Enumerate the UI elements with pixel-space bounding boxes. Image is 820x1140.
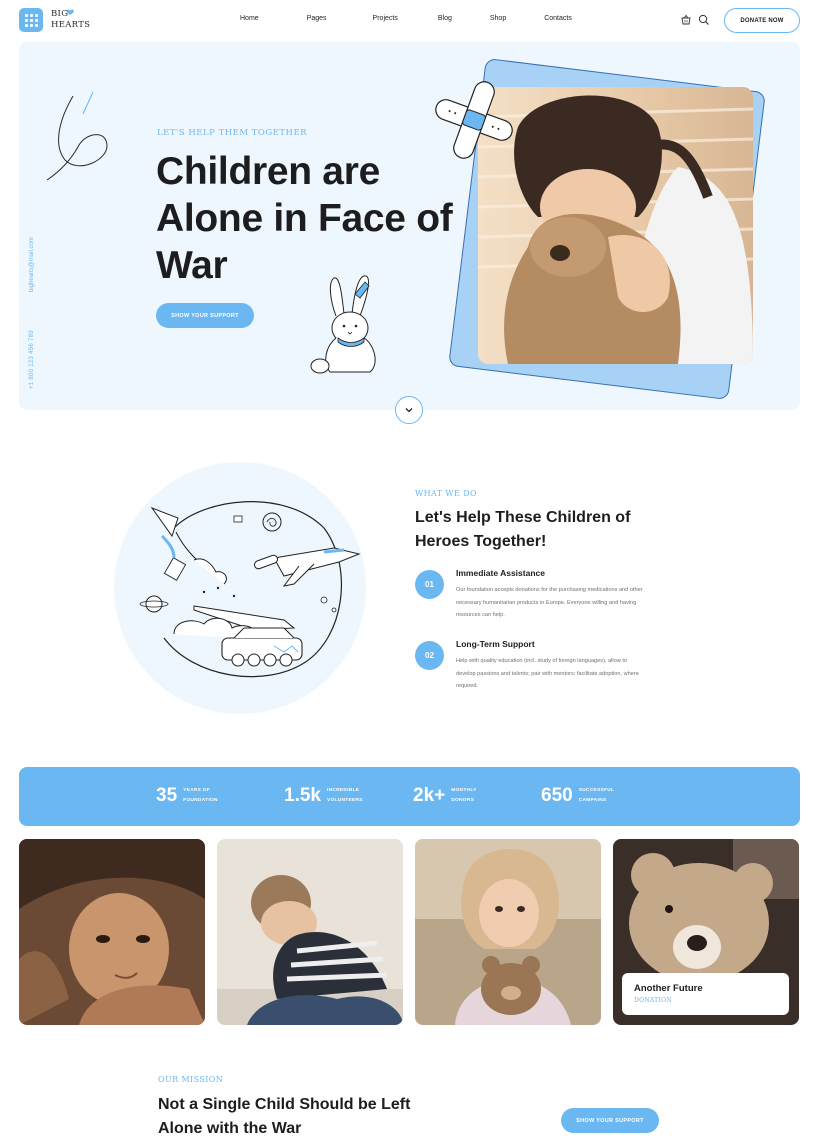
what-we-do-kicker: WHAT WE DO bbox=[415, 489, 477, 498]
main-nav: Home Pages Projects Blog Shop Contacts bbox=[240, 15, 616, 22]
chevron-down-icon bbox=[405, 408, 413, 413]
nav-projects[interactable]: Projects bbox=[373, 15, 398, 22]
gallery-photo-girl-headscarf[interactable] bbox=[19, 839, 205, 1025]
what-we-do-title: Let's Help These Children of Heroes Toge… bbox=[415, 509, 631, 550]
stats-bar: 35 YEARS OF FOUNDATION 1.5k INCREDIBLE VOL… bbox=[19, 767, 800, 826]
stat-value: 2k+ bbox=[413, 785, 446, 806]
feature-number-badge: 02 bbox=[415, 641, 444, 670]
stat-campains: 650 SUCCESSFUL CAMPAINS bbox=[541, 785, 624, 807]
basket-icon[interactable] bbox=[680, 14, 692, 26]
feature-number-badge: 01 bbox=[415, 570, 444, 599]
feature-description: Help with quality education (incl. study… bbox=[456, 658, 639, 689]
war-illustration bbox=[139, 501, 361, 678]
stat-label: MONTHLY DONORS bbox=[451, 788, 477, 803]
stat-volunteers: 1.5k INCREDIBLE VOLUNTEERS bbox=[284, 785, 372, 807]
hero-title: Children are Alone in Face of War bbox=[156, 150, 453, 287]
nav-home[interactable]: Home bbox=[240, 15, 259, 22]
feature-title: Long-Term Support bbox=[456, 639, 535, 649]
site-header: BIG HEARTS ❤ Home Pages Projects Blog Sh… bbox=[0, 0, 820, 42]
donation-card-title: Another Future bbox=[634, 983, 703, 994]
squiggle-decoration bbox=[46, 91, 108, 181]
mission-title: Not a Single Child Should be Left Alone … bbox=[158, 1096, 411, 1137]
side-phone[interactable]: +1 800 123 456 789 bbox=[29, 330, 35, 389]
nav-shop[interactable]: Shop bbox=[490, 15, 506, 22]
nav-contacts[interactable]: Contacts bbox=[544, 15, 572, 22]
nav-pages[interactable]: Pages bbox=[307, 15, 327, 22]
donation-card[interactable]: Another Future DONATION bbox=[622, 973, 789, 1015]
nav-blog[interactable]: Blog bbox=[438, 15, 452, 22]
feature-title: Immediate Assistance bbox=[456, 568, 545, 578]
search-icon[interactable] bbox=[698, 14, 710, 26]
hero-photo-girl-with-teddy bbox=[478, 87, 753, 364]
mission-kicker: OUR MISSION bbox=[158, 1075, 224, 1084]
stat-years: 35 YEARS OF FOUNDATION bbox=[156, 785, 228, 807]
menu-grid-button[interactable] bbox=[19, 8, 43, 32]
mission-support-button[interactable]: SHOW YOUR SUPPORT bbox=[561, 1108, 659, 1133]
donation-card-subtitle: DONATION bbox=[634, 997, 672, 1004]
stat-value: 35 bbox=[156, 785, 178, 806]
heart-icon: ❤ bbox=[66, 8, 75, 19]
stat-label: SUCCESSFUL CAMPAINS bbox=[578, 788, 615, 803]
logo-text-line2: HEARTS bbox=[51, 20, 91, 30]
stat-label: INCREDIBLE VOLUNTEERS bbox=[326, 788, 363, 803]
stat-value: 1.5k bbox=[284, 785, 321, 806]
gallery-photo-crying-boy[interactable] bbox=[217, 839, 403, 1025]
show-support-button[interactable]: SHOW YOUR SUPPORT bbox=[156, 303, 254, 328]
stat-label: YEARS OF FOUNDATION bbox=[183, 788, 218, 803]
gallery-photo-teddy-bear[interactable]: Another Future DONATION bbox=[613, 839, 799, 1025]
bunny-illustration bbox=[310, 275, 376, 374]
stat-donors: 2k+ MONTHLY DONORS bbox=[413, 785, 496, 807]
gallery-photo-girl-teddy[interactable] bbox=[415, 839, 601, 1025]
hero-section: bighearts@mail.com +1 800 123 456 789 LE… bbox=[19, 42, 800, 410]
feature-description: Our foundation accepts donations for the… bbox=[456, 587, 643, 618]
side-email[interactable]: bighearts@mail.com bbox=[29, 237, 35, 292]
scroll-down-button[interactable] bbox=[395, 396, 423, 424]
stat-value: 650 bbox=[541, 785, 573, 806]
hero-kicker: LET'S HELP THEM TOGETHER bbox=[157, 128, 308, 138]
bandage-illustration bbox=[435, 81, 513, 159]
grid-icon bbox=[24, 13, 38, 27]
donate-now-button[interactable]: DONATE NOW bbox=[724, 8, 800, 33]
